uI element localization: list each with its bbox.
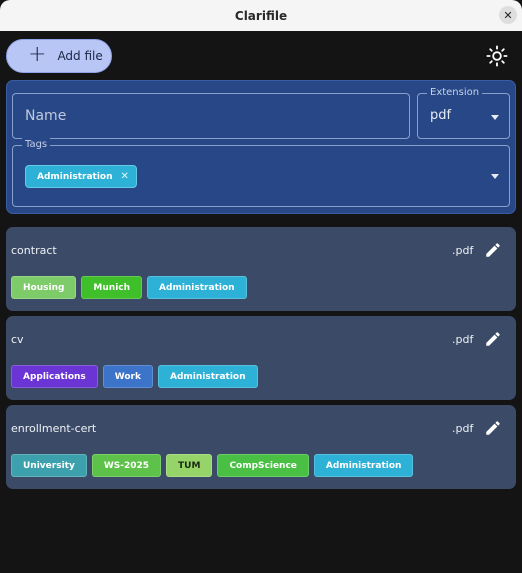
extension-value: pdf [430, 108, 452, 123]
tags-select[interactable]: Tags Administration ✕ [12, 138, 510, 207]
window-title: Clarifile [234, 8, 288, 23]
file-name: cv [11, 333, 24, 346]
extension-label: Extension [427, 86, 483, 100]
chevron-down-icon[interactable] [491, 174, 499, 179]
close-icon[interactable]: ✕ [499, 6, 517, 24]
file-name: enrollment-cert [11, 422, 97, 435]
plus-icon: + [28, 42, 47, 67]
file-card: contract .pdf Housing Munich Administrat… [6, 227, 516, 311]
file-extension: .pdf [452, 422, 474, 435]
selected-tag-chip[interactable]: Administration ✕ [25, 165, 137, 188]
file-name: contract [11, 244, 57, 257]
tag-chip[interactable]: Munich [81, 276, 143, 299]
tag-chip[interactable]: University [11, 454, 87, 477]
file-tags: University WS-2025 TUM CompScience Admin… [11, 454, 414, 477]
tag-chip[interactable]: Housing [11, 276, 77, 299]
tag-chip[interactable]: WS-2025 [91, 454, 162, 477]
extension-select[interactable]: Extension pdf [417, 86, 510, 139]
file-extension: .pdf [452, 244, 474, 257]
add-file-label: Add file [57, 49, 103, 63]
file-card: enrollment-cert .pdf University WS-2025 … [6, 405, 516, 489]
title-bar: Clarifile ✕ [0, 0, 522, 31]
tag-chip[interactable]: Administration [147, 276, 247, 299]
pencil-icon[interactable] [484, 419, 502, 437]
name-field[interactable] [12, 93, 410, 139]
selected-tag-label: Administration [37, 171, 113, 182]
filter-panel: Extension pdf Tags Administration ✕ [6, 80, 516, 214]
tag-chip[interactable]: CompScience [217, 454, 309, 477]
tag-chip[interactable]: TUM [166, 454, 213, 477]
pencil-icon[interactable] [484, 241, 502, 259]
remove-tag-icon[interactable]: ✕ [121, 171, 129, 182]
file-card: cv .pdf Applications Work Administration [6, 316, 516, 400]
tags-label: Tags [22, 138, 51, 152]
add-file-button[interactable]: + Add file [6, 39, 112, 73]
chevron-down-icon [491, 115, 499, 120]
tag-chip[interactable]: Applications [11, 365, 98, 388]
tag-chip[interactable]: Administration [157, 365, 258, 388]
file-extension: .pdf [452, 333, 474, 346]
tag-chip[interactable]: Work [102, 365, 153, 388]
file-tags: Applications Work Administration [11, 365, 258, 388]
file-tags: Housing Munich Administration [11, 276, 247, 299]
tag-chip[interactable]: Administration [313, 454, 414, 477]
pencil-icon[interactable] [484, 330, 502, 348]
name-input[interactable] [13, 94, 409, 138]
sun-icon[interactable] [486, 45, 508, 67]
